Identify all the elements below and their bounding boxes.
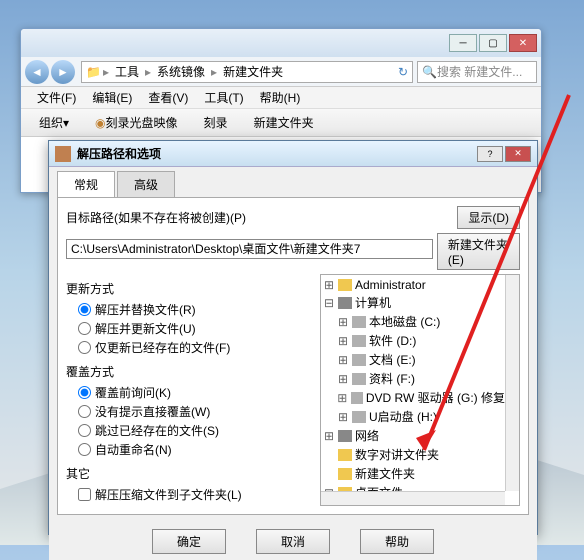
tree-drive-c[interactable]: ⊞本地磁盘 (C:) (323, 312, 517, 331)
search-input[interactable]: 🔍 搜索 新建文件... (417, 61, 537, 83)
radio-skip[interactable]: 跳过已经存在的文件(S) (66, 421, 312, 440)
collapse-icon[interactable]: ⊟ (323, 296, 335, 310)
tree-drive-f[interactable]: ⊞资料 (F:) (323, 369, 517, 388)
forward-button[interactable]: ► (51, 60, 75, 84)
dialog-titlebar: 解压路径和选项 ? ✕ (49, 141, 537, 167)
path-segment[interactable]: 系统镜像 (153, 63, 209, 80)
tree-dvd[interactable]: ⊞DVD RW 驱动器 (G:) 修复盘 (323, 388, 517, 407)
check-keep-broken[interactable]: 保留损坏的文件(B) (66, 504, 312, 506)
dialog-close-button[interactable]: ✕ (505, 146, 531, 162)
update-mode-label: 更新方式 (66, 280, 312, 297)
ok-button[interactable]: 确定 (152, 529, 226, 554)
expand-icon[interactable]: ⊞ (337, 410, 349, 424)
tree-administrator[interactable]: ⊞Administrator (323, 277, 517, 293)
vertical-scrollbar[interactable] (505, 275, 519, 491)
toolbar: 组织 ▾ ◉ 刻录光盘映像 刻录 新建文件夹 (21, 109, 541, 137)
burn-image-button[interactable]: ◉ 刻录光盘映像 (85, 111, 188, 134)
maximize-button[interactable]: ▢ (479, 34, 507, 52)
folder-icon: 📁 (86, 65, 101, 79)
tree-computer[interactable]: ⊟计算机 (323, 293, 517, 312)
dialog-buttons: 确定 取消 帮助 (49, 523, 537, 560)
search-placeholder: 搜索 新建文件... (437, 63, 522, 80)
check-subfolder[interactable]: 解压压缩文件到子文件夹(L) (66, 485, 312, 504)
path-segment[interactable]: 工具 (111, 63, 143, 80)
organize-button[interactable]: 组织 ▾ (29, 111, 79, 134)
help-button[interactable]: 帮助 (360, 529, 434, 554)
radio-no-ask[interactable]: 没有提示直接覆盖(W) (66, 402, 312, 421)
folder-tree[interactable]: ⊞Administrator ⊟计算机 ⊞本地磁盘 (C:) ⊞软件 (D:) … (320, 274, 520, 506)
address-bar: ◄ ► 📁 ▸ 工具 ▸ 系统镜像 ▸ 新建文件夹 ↻ 🔍 搜索 新建文件... (21, 57, 541, 87)
tab-advanced[interactable]: 高级 (117, 171, 175, 197)
chevron-right-icon: ▸ (101, 65, 111, 79)
menu-bar: 文件(F) 编辑(E) 查看(V) 工具(T) 帮助(H) (21, 87, 541, 109)
dialog-help-button[interactable]: ? (477, 146, 503, 162)
display-button[interactable]: 显示(D) (457, 206, 520, 229)
tree-drive-e[interactable]: ⊞文档 (E:) (323, 350, 517, 369)
expand-icon[interactable]: ⊞ (337, 372, 349, 386)
expand-icon[interactable]: ⊞ (337, 334, 349, 348)
expand-icon[interactable]: ⊞ (337, 315, 349, 329)
radio-auto-rename[interactable]: 自动重命名(N) (66, 440, 312, 459)
overwrite-mode-label: 覆盖方式 (66, 363, 312, 380)
extract-dialog: 解压路径和选项 ? ✕ 常规 高级 目标路径(如果不存在将被创建)(P) 显示(… (48, 140, 538, 535)
radio-only-new[interactable]: 仅更新已经存在的文件(F) (66, 338, 312, 357)
expand-icon[interactable]: ⊞ (323, 278, 335, 292)
disc-icon: ◉ (95, 116, 105, 130)
menu-help[interactable]: 帮助(H) (252, 87, 309, 108)
minimize-button[interactable]: ─ (449, 34, 477, 52)
close-button[interactable]: ✕ (509, 34, 537, 52)
search-icon: 🔍 (422, 65, 437, 79)
radio-ask-overwrite[interactable]: 覆盖前询问(K) (66, 383, 312, 402)
tree-network[interactable]: ⊞网络 (323, 426, 517, 445)
other-label: 其它 (66, 465, 312, 482)
expand-icon[interactable]: ⊞ (337, 353, 349, 367)
menu-edit[interactable]: 编辑(E) (84, 87, 140, 108)
horizontal-scrollbar[interactable] (321, 491, 505, 505)
new-folder-button[interactable]: 新建文件夹 (244, 111, 324, 134)
cancel-button[interactable]: 取消 (256, 529, 330, 554)
radio-extract-replace[interactable]: 解压并替换文件(R) (66, 300, 312, 319)
new-folder-button[interactable]: 新建文件夹(E) (437, 233, 520, 270)
menu-tools[interactable]: 工具(T) (196, 87, 251, 108)
dialog-title: 解压路径和选项 (77, 145, 475, 162)
options-panel: 更新方式 解压并替换文件(R) 解压并更新文件(U) 仅更新已经存在的文件(F)… (66, 274, 312, 506)
expand-icon[interactable]: ⊞ (323, 429, 335, 443)
tab-general[interactable]: 常规 (57, 171, 115, 197)
tree-new-folder[interactable]: 新建文件夹 (323, 464, 517, 483)
chevron-right-icon: ▸ (209, 65, 219, 79)
tree-drive-d[interactable]: ⊞软件 (D:) (323, 331, 517, 350)
expand-icon[interactable]: ⊞ (337, 391, 348, 405)
path-segment[interactable]: 新建文件夹 (219, 63, 287, 80)
burn-button[interactable]: 刻录 (194, 111, 238, 134)
tree-usb[interactable]: ⊞U启动盘 (H:) (323, 407, 517, 426)
radio-extract-update[interactable]: 解压并更新文件(U) (66, 319, 312, 338)
refresh-icon[interactable]: ↻ (398, 65, 408, 79)
tab-strip: 常规 高级 (49, 167, 537, 197)
explorer-titlebar: ─ ▢ ✕ (21, 29, 541, 57)
tree-intercom[interactable]: 数字对讲文件夹 (323, 445, 517, 464)
target-path-label: 目标路径(如果不存在将被创建)(P) (66, 209, 453, 226)
menu-file[interactable]: 文件(F) (29, 87, 84, 108)
chevron-right-icon: ▸ (143, 65, 153, 79)
path-box[interactable]: 📁 ▸ 工具 ▸ 系统镜像 ▸ 新建文件夹 ↻ (81, 61, 413, 83)
menu-view[interactable]: 查看(V) (140, 87, 196, 108)
back-button[interactable]: ◄ (25, 60, 49, 84)
tab-content: 目标路径(如果不存在将被创建)(P) 显示(D) 新建文件夹(E) 更新方式 解… (57, 197, 529, 515)
winrar-icon (55, 146, 71, 162)
path-input[interactable] (66, 239, 433, 259)
